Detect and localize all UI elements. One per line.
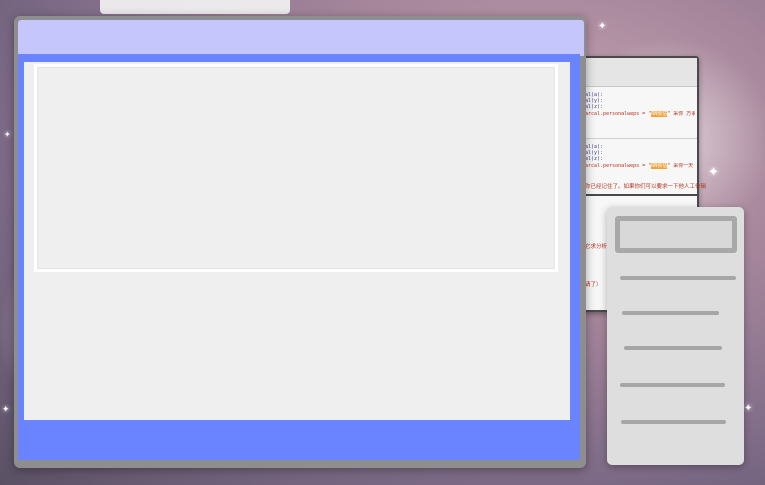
- sparkle-icon: ✦: [744, 403, 753, 414]
- menu-item[interactable]: [622, 306, 719, 320]
- menu-item-placeholder-bar: [620, 276, 736, 280]
- menu-item-placeholder-bar: [620, 383, 725, 387]
- sparkle-icon: ✦: [708, 165, 719, 180]
- side-menu-panel: [607, 207, 744, 465]
- sparkle-icon: ✦: [2, 405, 10, 415]
- code-block: al(a): al(y): al(z): arcal.personalweps …: [585, 92, 695, 117]
- menu-item-placeholder-bar: [621, 420, 726, 424]
- code-line: arcal.personalweps = "RN预估" 采你 万事: [585, 110, 695, 117]
- side-menu-search-field[interactable]: [615, 216, 737, 253]
- menu-item[interactable]: [620, 271, 736, 285]
- sparkle-icon: ✦: [598, 21, 607, 32]
- note-text: 你已经记住了。如果你们可以要求一下他人工作辑: [585, 184, 707, 190]
- menu-item-placeholder-bar: [624, 346, 722, 350]
- note-text: 请了）: [585, 282, 602, 288]
- menu-item[interactable]: [624, 341, 722, 355]
- background-window-titlebar[interactable]: [577, 58, 697, 87]
- highlighted-token: RN预估: [651, 110, 668, 117]
- sparkle-icon: ✦: [4, 130, 11, 139]
- content-panel: [34, 64, 558, 272]
- dialog-footer: [18, 422, 580, 460]
- divider: [577, 194, 697, 196]
- menu-item[interactable]: [620, 378, 725, 392]
- code-line: arcal.personalweps = "RN预估" 采你一天: [585, 162, 694, 169]
- divider: [577, 138, 697, 139]
- top-window-strip: [100, 0, 290, 14]
- note-text: 它求分析: [585, 244, 608, 250]
- code-block: al(a): al(y): al(z): arcal.personalweps …: [585, 144, 695, 169]
- main-dialog: [14, 16, 586, 468]
- highlighted-token: RN预估: [651, 162, 668, 169]
- dialog-titlebar[interactable]: [18, 20, 584, 56]
- menu-item[interactable]: [621, 415, 726, 429]
- menu-item-placeholder-bar: [622, 311, 719, 315]
